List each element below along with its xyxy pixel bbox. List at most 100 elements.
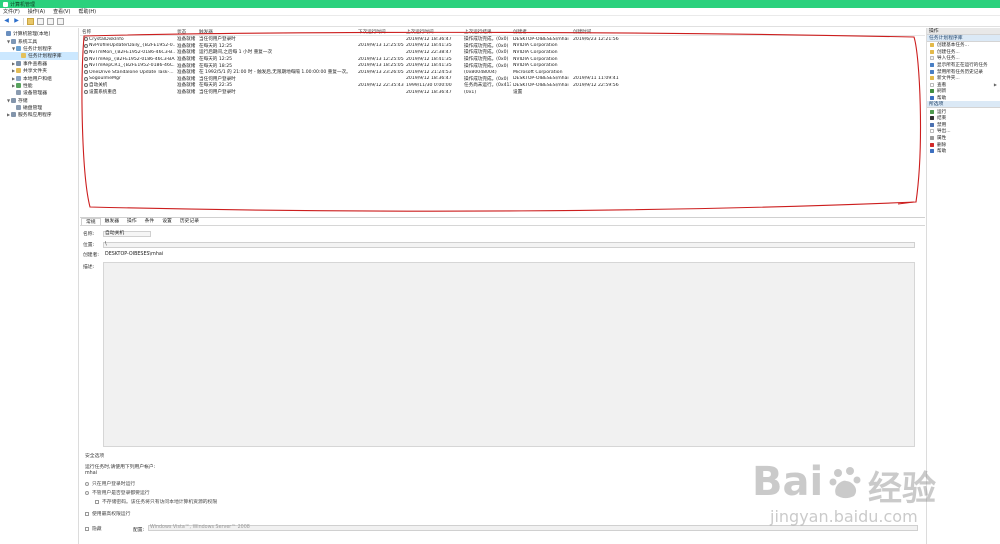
toolbar-separator — [23, 17, 24, 25]
action-label: 运行 — [937, 109, 947, 115]
action-item[interactable]: 结束 — [927, 115, 1000, 122]
back-arrow-icon[interactable]: ◀ — [3, 18, 10, 25]
show-hide-tree-icon[interactable] — [37, 17, 44, 25]
action-item[interactable]: 导入任务... — [927, 55, 1000, 62]
menu-help[interactable]: 帮助(H) — [78, 8, 96, 15]
tree-node[interactable]: ▶ 本地用户和组 — [0, 74, 78, 82]
task-name-cell: 自动关机 — [80, 82, 175, 88]
table-row[interactable]: SogouImeMgr 准备就绪 当任何用户登录时 2019/9/12 18:36:4… — [80, 76, 925, 83]
table-row[interactable]: NvTmMon_{B2FE1952-0186-46C3-B... 准备就绪 运行后期… — [80, 49, 925, 56]
task-status: 准备就绪 — [177, 83, 196, 89]
column-header-status[interactable]: 状态 — [175, 29, 197, 35]
tree-node-label: 本地用户和组 — [23, 76, 52, 82]
task-author: DESKTOP-OIBESES\mhai — [513, 82, 569, 88]
checkbox-hidden[interactable]: 隐藏 — [85, 525, 102, 532]
tree-node[interactable]: ▶ 服务和应用程序 — [0, 111, 78, 118]
radio-run-logged-on[interactable]: 只在用户登录时运行 — [85, 480, 135, 487]
tab-settings[interactable]: 设置 — [158, 218, 176, 225]
checkbox[interactable] — [85, 526, 89, 531]
action-icon — [930, 109, 934, 114]
name-field[interactable]: 自动关机 — [103, 230, 151, 237]
action-item[interactable]: 刷新 — [927, 88, 1000, 95]
task-created: 2019/9/11 11:09:41 — [573, 76, 619, 82]
forward-arrow-icon[interactable]: ▶ — [13, 18, 20, 25]
action-label: 结束 — [937, 116, 947, 122]
task-name: NvProfileUpdaterDaily_{B2FE1952-0... — [89, 43, 175, 49]
description-field[interactable] — [103, 262, 915, 447]
table-row[interactable]: 自动关机 准备就绪 在每天的 22:35 2019/9/12 22:35:43 1999… — [80, 82, 925, 89]
radio-run-any-logon[interactable]: 不管用户是否登录都要运行 — [85, 489, 150, 496]
tree-node[interactable]: 任务计划程序库 — [0, 52, 78, 60]
task-name: NvTmRep_{B2FE1952-0186-46C3-BA... — [89, 56, 175, 62]
tab-conditions[interactable]: 条件 — [141, 218, 159, 225]
radio-button[interactable] — [85, 481, 89, 486]
column-header-last-run[interactable]: 上次运行时间 — [404, 29, 462, 35]
table-row[interactable]: CrystalDiskInfo 准备就绪 当任何用户登录时 2019/9/12 18:… — [80, 36, 925, 43]
column-header-created[interactable]: 创建时间 — [571, 29, 631, 35]
menu-action[interactable]: 操作(A) — [28, 8, 45, 15]
action-label: 创建任务... — [937, 49, 960, 55]
actions-section-library[interactable]: 任务计划程序库 — [927, 35, 1000, 42]
action-item[interactable]: 禁用 — [927, 122, 1000, 129]
menu-view[interactable]: 查看(V) — [53, 8, 70, 15]
tab-history[interactable]: 历史记录 — [176, 218, 203, 225]
action-item[interactable]: 显示所有正在运行的任务 — [927, 62, 1000, 69]
config-select[interactable]: Windows Vista™, Windows Server™ 2008 — [148, 525, 918, 531]
checkbox[interactable] — [95, 499, 99, 504]
tree-node[interactable]: 计算机管理(本地) — [0, 30, 78, 37]
tab-general[interactable]: 常规 — [81, 218, 101, 225]
tree-node[interactable]: ▼ 系统工具 — [0, 37, 78, 45]
action-item[interactable]: 导出... — [927, 128, 1000, 135]
action-item[interactable]: 帮助 — [927, 95, 1000, 102]
properties-icon[interactable] — [57, 17, 64, 25]
detail-tabs: 常规 触发器 操作 条件 设置 历史记录 — [80, 218, 925, 226]
tree-node[interactable]: ▶ 共享文件夹 — [0, 67, 78, 74]
folder-icon[interactable] — [27, 17, 34, 25]
tree-node-label: 任务计划程序 — [23, 46, 52, 52]
tree-node-icon — [16, 105, 21, 111]
tree-node[interactable]: ▶ 事件查看器 — [0, 60, 78, 67]
tree-node-label: 性能 — [23, 83, 33, 89]
task-next-run: 2019/9/13 23:26:05 — [358, 69, 404, 75]
action-item[interactable]: 删除 — [927, 141, 1000, 148]
action-item[interactable]: 运行 — [927, 108, 1000, 115]
table-row[interactable]: OneDrive Standalone Update Task-... 准备就绪在… — [80, 69, 925, 76]
column-header-last-result[interactable]: 上次运行结果 — [462, 29, 511, 35]
table-row[interactable]: 设置系统重启 准备就绪 当任何用户登录时 2019/9/12 18:36:47 (0x1… — [80, 89, 925, 96]
column-header-name[interactable]: 名称 — [80, 29, 175, 35]
navigation-tree: 计算机管理(本地) ▼ 系统工具 ▼ 任务计划程序 任务计划程序库 ▶ 事件查看器 ▶ 共享文件夹… — [0, 28, 79, 544]
action-item[interactable]: 创建基本任务... — [927, 42, 1000, 49]
table-row[interactable]: NvTmRep_{B2FE1952-0186-46C3-BA... 准备就绪 在每天… — [80, 56, 925, 63]
tab-actions[interactable]: 操作 — [123, 218, 141, 225]
tree-node[interactable]: ▼ 存储 — [0, 97, 78, 104]
action-item[interactable]: 禁用所有任务历史记录 — [927, 68, 1000, 75]
help-icon[interactable] — [47, 17, 54, 25]
tree-node[interactable]: ▼ 任务计划程序 — [0, 45, 78, 52]
task-author: NVIDIA Corporation — [513, 56, 558, 62]
action-item[interactable]: 创建任务... — [927, 49, 1000, 56]
column-header-next-run[interactable]: 下次运行时间 — [356, 29, 404, 35]
table-row[interactable]: NvProfileUpdaterDaily_{B2FE1952-0... 准备就绪… — [80, 43, 925, 50]
column-header-trigger[interactable]: 触发器 — [197, 29, 356, 35]
task-status: 准备就绪 — [177, 63, 196, 69]
actions-section-selected[interactable]: 所选项 — [927, 101, 1000, 109]
tab-triggers[interactable]: 触发器 — [101, 218, 123, 225]
task-created: 2019/6/23 12:21:56 — [573, 36, 619, 42]
action-item[interactable]: 属性 — [927, 135, 1000, 142]
tree-node[interactable]: 设备管理器 — [0, 89, 78, 96]
table-row[interactable]: NvTmRepCR1_{B2FE1952-0186-46C... 准备就绪 在每天的… — [80, 62, 925, 69]
tree-node[interactable]: 磁盘管理 — [0, 104, 78, 111]
action-item[interactable]: 新文件夹... — [927, 75, 1000, 82]
security-options-title: 安全选项 — [85, 454, 105, 459]
column-header-author[interactable]: 创建者 — [511, 29, 571, 35]
checkbox[interactable] — [85, 511, 89, 516]
action-item[interactable]: 帮助 — [927, 148, 1000, 155]
action-item[interactable]: 查看 ▶ — [927, 82, 1000, 89]
task-status: 准备就绪 — [177, 43, 196, 49]
menu-file[interactable]: 文件(F) — [3, 8, 20, 15]
tree-node[interactable]: ▶ 性能 — [0, 82, 78, 89]
checkbox-no-password[interactable]: 不存储密码。该任务将只有访问本地计算机资源的权限 — [95, 498, 217, 505]
task-status: 准备就绪 — [177, 76, 196, 82]
radio-button[interactable] — [85, 490, 89, 495]
checkbox-highest-privileges[interactable]: 使用最高权限运行 — [85, 510, 130, 517]
